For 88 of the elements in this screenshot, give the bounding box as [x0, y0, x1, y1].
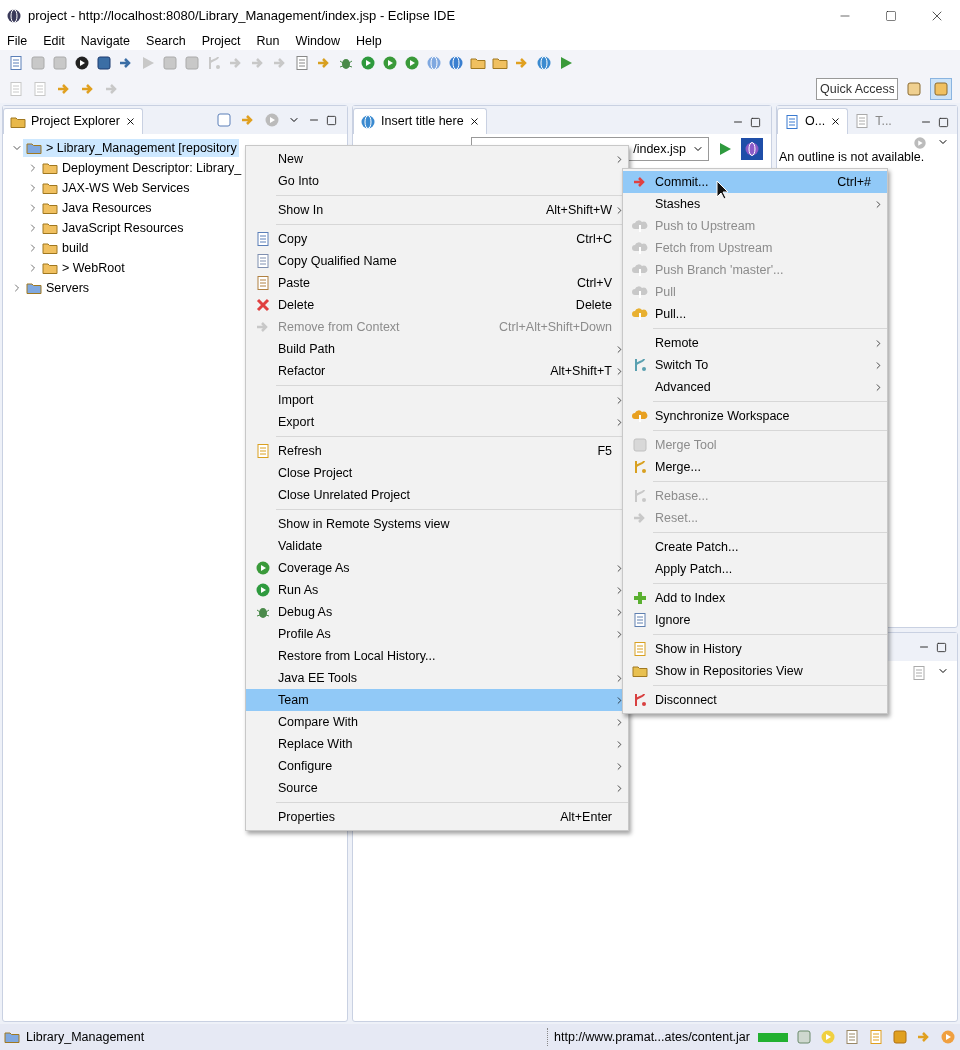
copy-icon — [255, 253, 271, 269]
project-icon — [4, 1029, 20, 1045]
run-icon[interactable] — [360, 54, 376, 71]
globe-icon — [744, 141, 760, 157]
tree-item[interactable]: JAX-WS Web Services — [39, 178, 192, 198]
close-icon[interactable] — [468, 116, 480, 127]
folder-icon — [42, 200, 58, 216]
maximize-icon[interactable] — [885, 10, 897, 22]
tree-item[interactable]: JavaScript Resources — [39, 218, 186, 238]
tree-item[interactable]: build — [39, 238, 91, 258]
project-icon — [26, 140, 42, 156]
menu-item[interactable]: Source — [246, 777, 628, 799]
folder-icon — [42, 160, 58, 176]
tree-item[interactable]: Deployment Descriptor: Library_ — [39, 158, 244, 178]
maximize-icon[interactable] — [936, 641, 947, 653]
menu-item[interactable]: Compare With — [246, 711, 628, 733]
close-icon[interactable] — [830, 116, 842, 127]
menu-item[interactable]: Apply Patch... — [623, 558, 887, 580]
new-icon[interactable] — [8, 54, 24, 71]
cloud-icon — [632, 218, 648, 234]
folder-icon — [42, 240, 58, 256]
status-project: Library_Management — [26, 1028, 145, 1046]
menu-item[interactable]: Add to Index — [623, 587, 887, 609]
menu-item[interactable]: Synchronize Workspace — [623, 405, 887, 427]
menu-item[interactable]: Replace With — [246, 733, 628, 755]
menu-bar-item[interactable]: Navigate — [80, 31, 131, 51]
menu-bar-item[interactable]: Window — [295, 31, 340, 51]
task-icon — [854, 113, 871, 129]
cloud-icon — [632, 240, 648, 256]
menu-item[interactable]: Properties Alt+Enter — [246, 806, 628, 828]
outline-icon — [784, 113, 800, 130]
menu-bar-item[interactable]: Run — [256, 31, 280, 51]
view-tab[interactable]: Project Explorer — [3, 108, 143, 134]
menu-item[interactable]: Advanced — [623, 376, 887, 398]
view-tab[interactable]: O... — [777, 108, 849, 134]
delete-icon — [255, 297, 271, 313]
tree-item[interactable]: Java Resources — [39, 198, 154, 218]
app-icon — [6, 8, 22, 24]
menu-item[interactable]: New — [246, 148, 628, 170]
status-url: http://www.pramat...ates/content.jar — [547, 1027, 750, 1047]
view-tab[interactable]: Insert title here — [353, 108, 487, 134]
tree-item[interactable]: > Library_Management [repository — [23, 138, 239, 158]
maximize-icon[interactable] — [326, 114, 337, 126]
resume-icon[interactable] — [140, 54, 156, 71]
menu-item[interactable]: Pull... — [623, 303, 887, 325]
run-icon — [255, 582, 271, 598]
browser-button[interactable] — [741, 138, 763, 160]
menu-bar-item[interactable]: Search — [146, 31, 186, 51]
menu-item[interactable]: Show in Repositories View — [623, 660, 887, 682]
menu-item[interactable]: Commit... Ctrl+# — [623, 171, 887, 193]
coverage-icon — [255, 560, 271, 576]
menu-bar-item[interactable]: File — [7, 31, 28, 51]
folder-icon — [42, 180, 58, 196]
mouse-pointer-icon — [716, 180, 730, 200]
window-title: project - http://localhost:8080/Library_Management/index.jsp - Eclipse IDE — [28, 7, 456, 26]
cloud-icon — [632, 262, 648, 278]
menu-item[interactable]: Create Patch... — [623, 536, 887, 558]
cloud-icon — [632, 284, 648, 300]
play-icon[interactable] — [717, 141, 733, 157]
menu-bar-item[interactable]: Edit — [43, 31, 65, 51]
menu-item[interactable]: Merge... — [623, 456, 887, 478]
menu-item[interactable]: Show in History — [623, 638, 887, 660]
globe-icon — [360, 113, 376, 130]
globe-icon[interactable] — [536, 54, 552, 71]
folder-icon — [42, 220, 58, 236]
tree-item[interactable]: Servers — [23, 278, 92, 298]
coverage-icon[interactable] — [382, 54, 398, 71]
copy-icon — [255, 231, 271, 247]
list-icon[interactable] — [294, 54, 310, 71]
maximize-icon[interactable] — [750, 116, 761, 128]
project-icon — [26, 280, 42, 296]
quick-access-field[interactable]: Quick Access — [816, 78, 898, 100]
add-icon — [632, 590, 648, 606]
menu-bar-item[interactable]: Project — [201, 31, 241, 51]
menu-item[interactable]: Switch To — [623, 354, 887, 376]
menu-item[interactable]: Configure — [246, 755, 628, 777]
outline-message: An outline is not available. — [778, 150, 926, 164]
folder-icon — [42, 260, 58, 276]
maximize-icon[interactable] — [938, 116, 949, 128]
close-icon[interactable] — [124, 116, 136, 127]
menu-bar-item[interactable]: Help — [355, 31, 382, 51]
stop-icon[interactable] — [184, 54, 200, 71]
ignore-icon — [632, 612, 648, 628]
tree-item[interactable]: > WebRoot — [39, 258, 127, 278]
menu-item[interactable]: Remote — [623, 332, 887, 354]
menu-item[interactable]: Stashes — [623, 193, 887, 215]
repository-icon — [632, 663, 648, 679]
menu-item[interactable]: Ignore — [623, 609, 887, 631]
